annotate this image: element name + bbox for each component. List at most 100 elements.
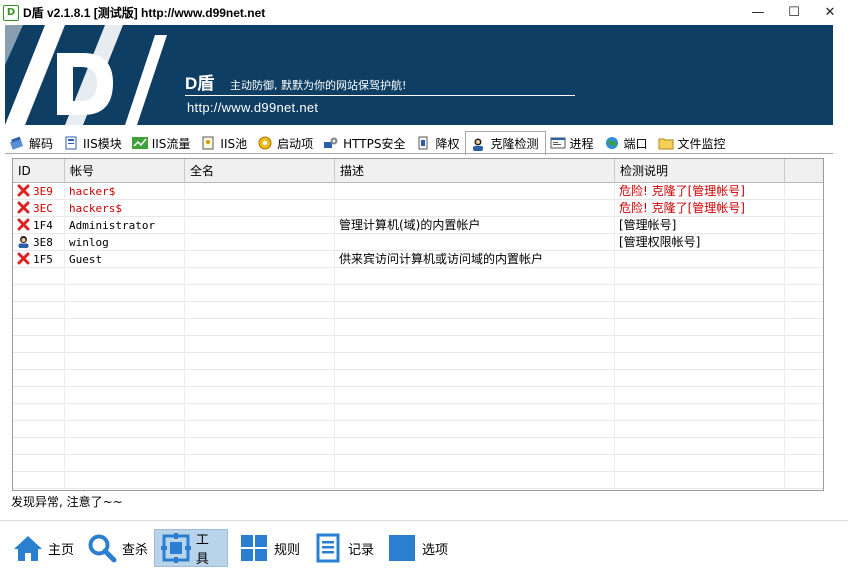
tab-label: IIS流量 (151, 136, 191, 151)
cell-description: 管理计算机(域)的内置帐户 (335, 217, 615, 234)
cell-fullname (185, 217, 335, 234)
decode-icon (9, 135, 25, 151)
tab-label: 降权 (435, 136, 460, 151)
startup-icon (257, 135, 273, 151)
empty-row (13, 336, 823, 353)
log-icon (312, 532, 344, 564)
empty-row (13, 319, 823, 336)
empty-row (13, 472, 823, 489)
log-button[interactable]: 记录 (306, 529, 380, 567)
empty-row (13, 285, 823, 302)
tab-file-monitor[interactable]: 文件监控 (654, 132, 732, 154)
rules-icon (238, 532, 270, 564)
cell-description (335, 200, 615, 217)
header-banner: D盾 主动防御, 默默为你的网站保驾护航! http://www.d99net.… (5, 25, 833, 125)
column-header-id[interactable]: ID (13, 159, 65, 183)
banner-slogan: 主动防御, 默默为你的网站保驾护航! (230, 79, 407, 92)
tab-port[interactable]: 端口 (600, 132, 654, 154)
cell-fullname (185, 234, 335, 251)
column-header-description[interactable]: 描述 (335, 159, 615, 183)
tools-icon (161, 532, 192, 564)
tools-button[interactable]: 工具 (154, 529, 228, 567)
table-row[interactable]: 3E9 hacker$ 危险! 克隆了[管理帐号] (13, 183, 823, 200)
tab-startup[interactable]: 启动项 (253, 132, 319, 154)
options-icon (386, 532, 418, 564)
red-x-icon (17, 252, 30, 265)
clone-detect-icon (470, 136, 486, 152)
module-icon (63, 135, 79, 151)
minimize-button[interactable]: — (740, 0, 776, 25)
cell-description (335, 183, 615, 200)
empty-row (13, 455, 823, 472)
cell-detection-note (615, 251, 785, 268)
tab-decode[interactable]: 解码 (5, 132, 59, 154)
title-bar: D D盾 v2.1.8.1 [测试版] http://www.d99net.ne… (0, 0, 848, 25)
tab-https-security[interactable]: HTTPS安全 (319, 132, 411, 154)
tab-label: IIS模块 (83, 136, 122, 151)
empty-row (13, 421, 823, 438)
red-x-icon (17, 184, 30, 197)
cell-fullname (185, 251, 335, 268)
table-header: ID 帐号 全名 描述 检测说明 (13, 159, 823, 183)
tab-label: 解码 (29, 136, 54, 151)
maximize-button[interactable]: ☐ (776, 0, 812, 25)
table-row[interactable]: 3EC hackers$ 危险! 克隆了[管理帐号] (13, 200, 823, 217)
lower-privilege-icon (415, 135, 431, 151)
empty-row (13, 438, 823, 455)
banner-brand: D盾 (185, 74, 215, 93)
close-button[interactable]: ✕ (812, 0, 848, 25)
tab-label: 端口 (623, 136, 648, 151)
traffic-icon (131, 135, 148, 151)
cell-account: hackers$ (65, 200, 185, 217)
cell-account: Administrator (65, 217, 185, 234)
tab-clone-detect[interactable]: 克隆检测 (465, 131, 546, 155)
magnifier-icon (86, 532, 118, 564)
table-row[interactable]: 3E8 winlog [管理权限帐号] (13, 234, 823, 251)
scan-button[interactable]: 查杀 (80, 529, 154, 567)
home-button[interactable]: 主页 (6, 529, 80, 567)
cell-id: 3EC (33, 202, 53, 215)
red-x-icon (17, 218, 30, 231)
button-label: 主页 (48, 542, 75, 558)
cell-id: 1F4 (33, 219, 53, 232)
clone-detect-panel: ID 帐号 全名 描述 检测说明 3E9 hacker$ 危险! 克隆了[管理帐… (5, 153, 833, 513)
banner-url[interactable]: http://www.d99net.net (187, 100, 318, 115)
tab-label: 进程 (569, 136, 594, 151)
table-row[interactable]: 1F4 Administrator 管理计算机(域)的内置帐户 [管理帐号] (13, 217, 823, 234)
empty-row (13, 387, 823, 404)
table-row[interactable]: 1F5 Guest 供来宾访问计算机或访问域的内置帐户 (13, 251, 823, 268)
tab-label: 克隆检测 (490, 137, 539, 151)
pool-icon (200, 135, 216, 151)
home-icon (12, 532, 44, 564)
tab-lower-privilege[interactable]: 降权 (411, 132, 465, 154)
tab-process[interactable]: 进程 (546, 132, 600, 154)
tab-label: IIS池 (220, 136, 248, 151)
cell-id: 3E9 (33, 185, 53, 198)
cell-id: 1F5 (33, 253, 53, 266)
bottom-toolbar: 主页 查杀 工具 规则 记录 选项 (0, 520, 848, 577)
tab-iis-traffic[interactable]: IIS流量 (128, 132, 197, 154)
button-label: 规则 (274, 542, 301, 558)
empty-row (13, 404, 823, 421)
rules-button[interactable]: 规则 (232, 529, 306, 567)
accounts-table: ID 帐号 全名 描述 检测说明 3E9 hacker$ 危险! 克隆了[管理帐… (12, 158, 824, 491)
button-label: 查杀 (122, 542, 149, 558)
tab-iis-pool[interactable]: IIS池 (196, 132, 253, 154)
cell-account: winlog (65, 234, 185, 251)
cell-description (335, 234, 615, 251)
cell-detection-note: 危险! 克隆了[管理帐号] (615, 200, 785, 217)
options-button[interactable]: 选项 (380, 529, 454, 567)
empty-row (13, 268, 823, 285)
cell-account: Guest (65, 251, 185, 268)
port-icon (604, 135, 620, 151)
tab-label: 启动项 (277, 136, 314, 151)
column-header-account[interactable]: 帐号 (65, 159, 185, 183)
cell-id: 3E8 (33, 236, 53, 249)
column-header-fullname[interactable]: 全名 (185, 159, 335, 183)
column-header-detection-note[interactable]: 检测说明 (615, 159, 785, 183)
window-title: D盾 v2.1.8.1 [测试版] http://www.d99net.net (23, 6, 266, 20)
tab-iis-module[interactable]: IIS模块 (59, 132, 128, 154)
app-logo-icon: D (3, 4, 19, 21)
tab-label: HTTPS安全 (343, 136, 406, 151)
cell-detection-note: 危险! 克隆了[管理帐号] (615, 183, 785, 200)
